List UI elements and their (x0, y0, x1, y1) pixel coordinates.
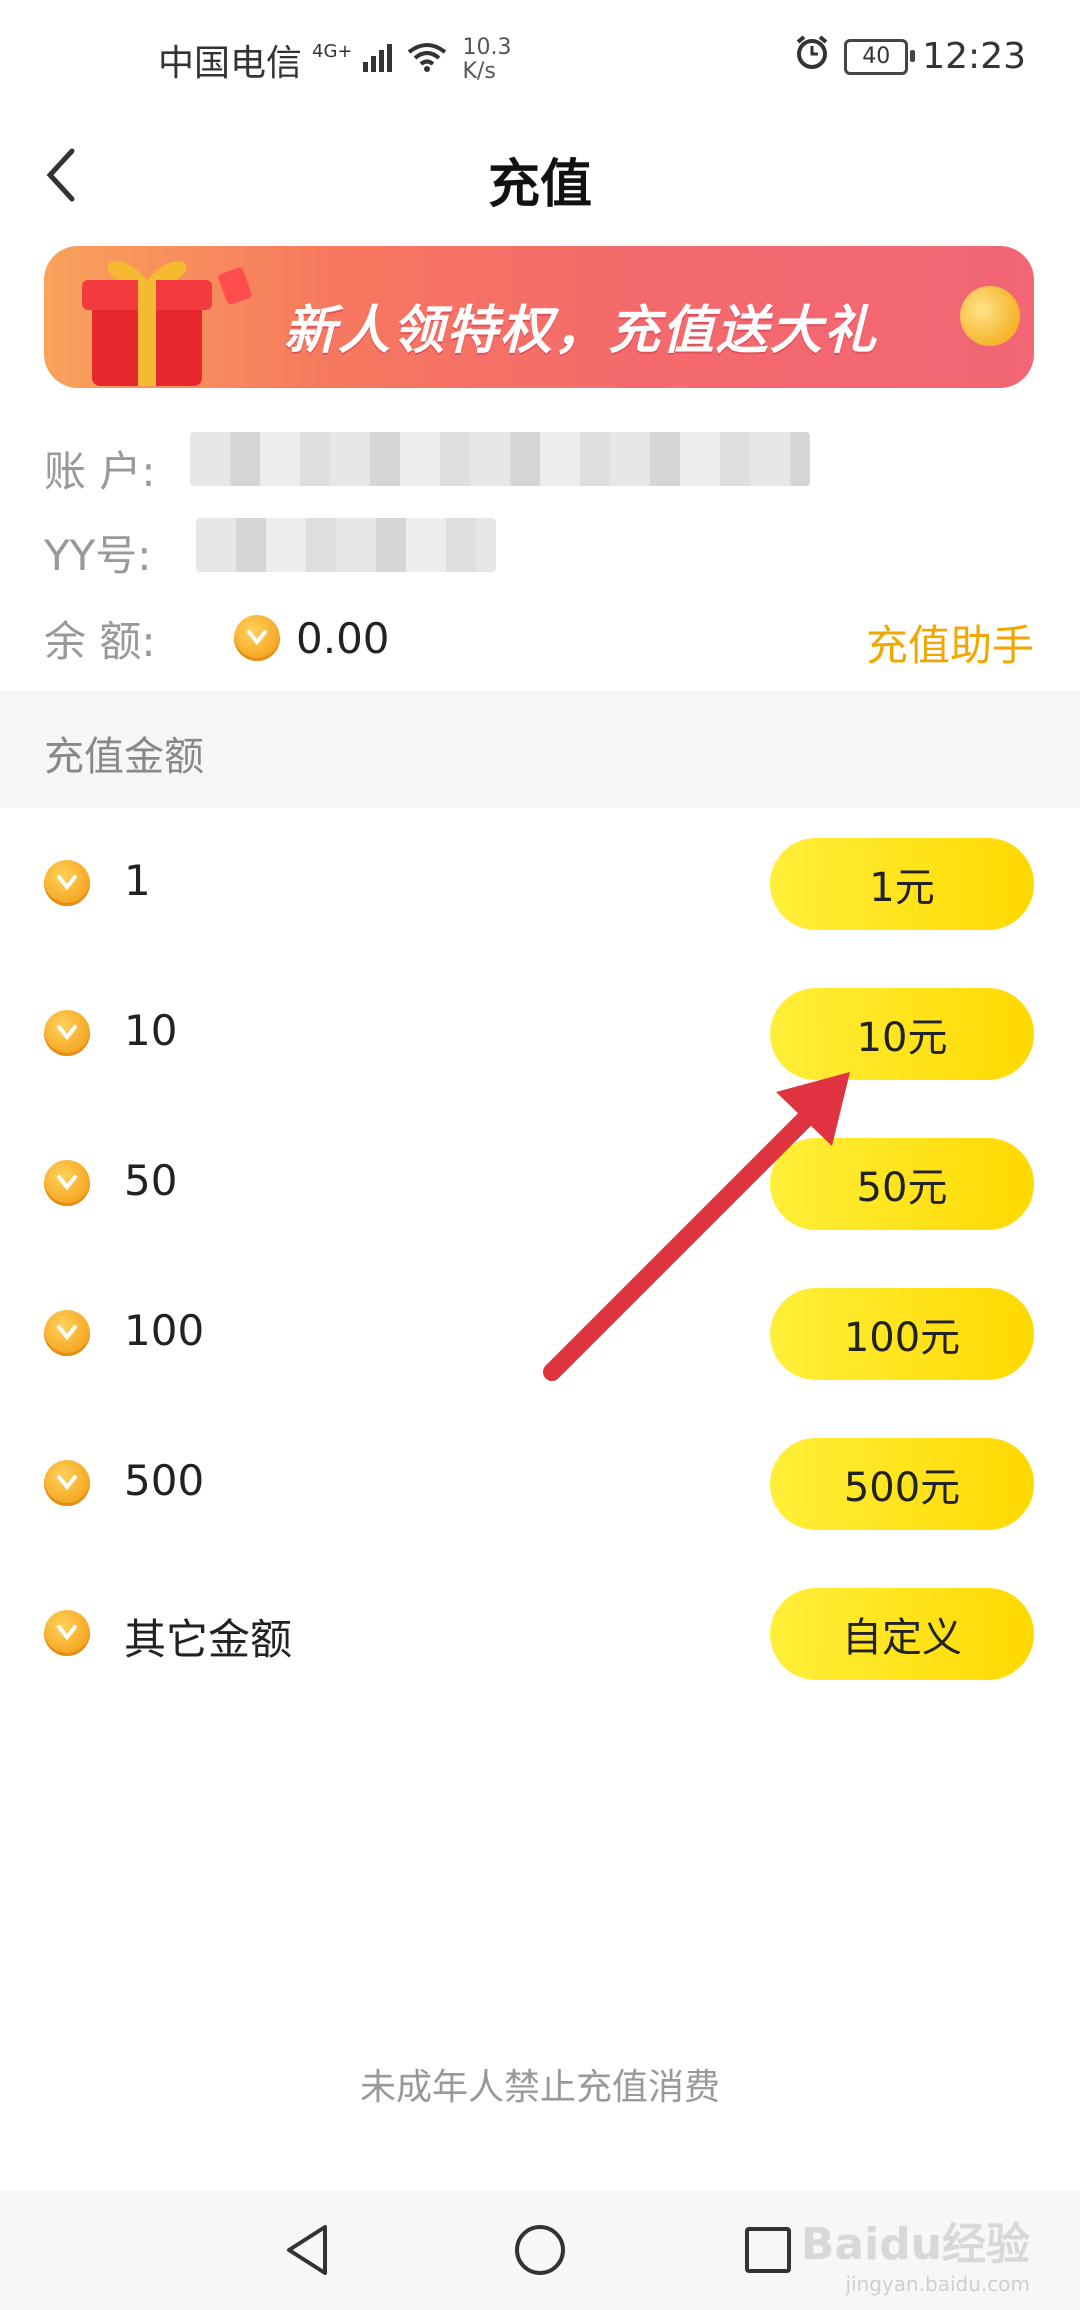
recharge-assistant-link[interactable]: 充值助手 (866, 612, 1034, 673)
top-bar: 充值 (0, 120, 1080, 230)
account-value-redacted (190, 432, 810, 486)
list-item: 50 50元 (0, 1138, 1080, 1230)
list-item: 500 500元 (0, 1438, 1080, 1530)
battery-icon: 40 (844, 38, 916, 75)
coin-amount: 50 (124, 1156, 178, 1205)
coin-icon (951, 277, 1029, 355)
network-speed: 10.3 K/s (463, 36, 512, 84)
page-title: 充值 (487, 155, 592, 215)
recharge-50-button[interactable]: 50元 (770, 1138, 1034, 1230)
section-title: 充值金额 (44, 734, 204, 780)
balance-row: 余 额: 0.00 充值助手 (44, 608, 1034, 671)
clock: 12:23 (922, 36, 1026, 77)
coin-icon (44, 1010, 90, 1056)
recharge-1-button[interactable]: 1元 (770, 838, 1034, 930)
list-item: 1 1元 (0, 838, 1080, 930)
speed-unit: K/s (462, 59, 496, 84)
signal-icon (362, 40, 397, 81)
triangle-back-icon (287, 2225, 327, 2275)
coin-icon (44, 860, 90, 906)
recharge-100-button[interactable]: 100元 (770, 1288, 1034, 1380)
alarm-icon (794, 34, 830, 79)
coin-icon (44, 1160, 90, 1206)
speed-value: 10.3 (462, 35, 512, 60)
account-label: 账 户: (44, 447, 156, 496)
coin-amount: 500 (124, 1456, 205, 1505)
yy-number-redacted (196, 518, 496, 572)
nav-recents-button[interactable] (738, 2220, 798, 2280)
coin-icon (44, 1610, 90, 1656)
recharge-10-button[interactable]: 10元 (770, 988, 1034, 1080)
coin-amount: 10 (124, 1006, 178, 1055)
gift-box-icon (82, 261, 252, 386)
balance-value: 0.00 (296, 613, 390, 663)
baidu-watermark: Baidu经验 jingyan.baidu.com (801, 2208, 1030, 2296)
carrier-label: 中国电信 (158, 43, 303, 84)
coin-icon (44, 1460, 90, 1506)
custom-amount-button[interactable]: 自定义 (770, 1588, 1034, 1680)
minor-recharge-notice: 未成年人禁止充值消费 (359, 2067, 720, 2108)
recharge-500-button[interactable]: 500元 (770, 1438, 1034, 1530)
list-item: 10 10元 (0, 988, 1080, 1080)
yy-number-label: YY号: (44, 531, 152, 580)
coin-icon (44, 1310, 90, 1356)
nav-back-button[interactable] (278, 2220, 338, 2280)
coin-icon (234, 615, 280, 661)
circle-home-icon (515, 2225, 565, 2275)
promo-banner[interactable]: 新人领特权，充值送大礼 (44, 246, 1034, 388)
status-bar: 中国电信 4G+ 10.3 K/s 40 12:23 (0, 0, 1080, 120)
battery-level: 40 (862, 44, 891, 69)
network-type: 4G+ (312, 40, 353, 62)
nav-home-button[interactable] (510, 2220, 570, 2280)
balance-label: 余 额: (44, 616, 156, 666)
list-item: 100 100元 (0, 1288, 1080, 1380)
watermark-url: jingyan.baidu.com (845, 2272, 1030, 2296)
watermark-brand: Baidu经验 (800, 2219, 1030, 2270)
coin-amount: 1 (124, 856, 151, 905)
system-nav-bar: Baidu经验 jingyan.baidu.com (0, 2190, 1080, 2310)
other-amount-label: 其它金额 (124, 1615, 293, 1664)
amount-section-header: 充值金额 (0, 690, 1080, 808)
banner-text: 新人领特权，充值送大礼 (284, 301, 879, 361)
coin-amount: 100 (124, 1306, 205, 1355)
square-recents-icon (745, 2227, 791, 2273)
wifi-icon (407, 40, 447, 81)
list-item: 其它金额 自定义 (0, 1588, 1080, 1680)
